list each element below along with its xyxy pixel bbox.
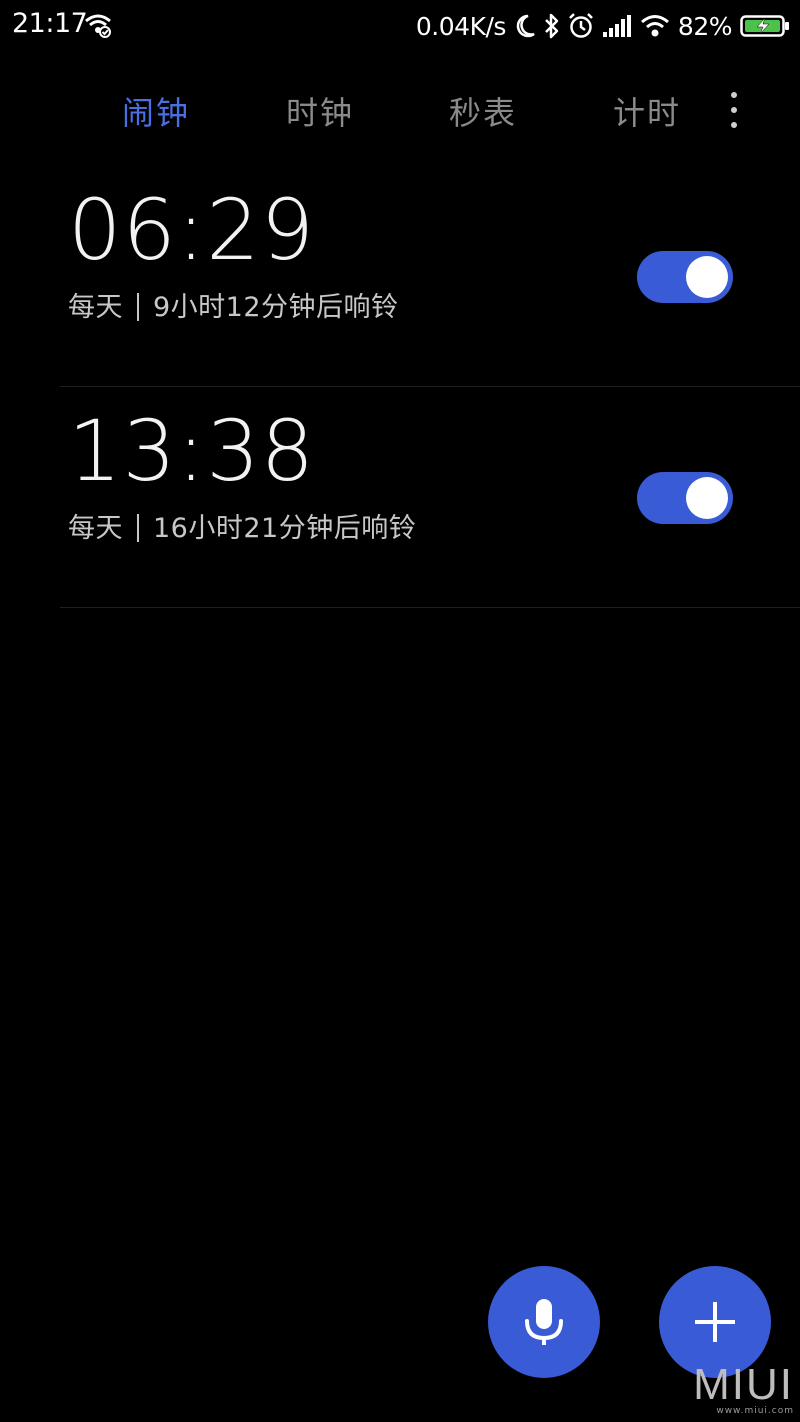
more-dot bbox=[731, 107, 737, 113]
alarm-repeat: 每天 bbox=[68, 292, 123, 323]
alarm-remaining: 9小时12分钟后响铃 bbox=[153, 292, 399, 323]
alarm-time: 13:38 bbox=[68, 402, 316, 500]
more-options-icon[interactable] bbox=[718, 88, 750, 132]
toggle-knob bbox=[686, 256, 728, 298]
alarm-subtitle: 每天 9小时12分钟后响铃 bbox=[68, 285, 399, 324]
wifi-icon bbox=[640, 15, 669, 37]
toggle-knob bbox=[686, 477, 728, 519]
more-dot bbox=[731, 92, 737, 98]
voice-add-button[interactable] bbox=[488, 1266, 600, 1378]
alarm-toggle[interactable] bbox=[637, 251, 733, 303]
miui-watermark: MIUI www.miui.com bbox=[693, 1360, 794, 1417]
more-dot bbox=[731, 122, 737, 128]
separator bbox=[137, 293, 139, 321]
alarm-time: 06:29 bbox=[68, 181, 316, 279]
alarm-subtitle: 每天 16小时21分钟后响铃 bbox=[68, 506, 416, 545]
alarm-item[interactable]: 13:38 每天 16小时21分钟后响铃 bbox=[60, 388, 800, 608]
bluetooth-icon bbox=[545, 13, 559, 39]
tab-world-clock[interactable]: 时钟 bbox=[286, 88, 354, 134]
tab-alarm[interactable]: 闹钟 bbox=[122, 88, 190, 134]
microphone-icon bbox=[525, 1299, 563, 1345]
tab-bar: 闹钟 时钟 秒表 计时 bbox=[0, 78, 800, 140]
moon-icon bbox=[516, 14, 535, 38]
separator bbox=[137, 514, 139, 542]
status-bar: 21:17 0.04K/s 82% bbox=[0, 0, 800, 52]
tab-stopwatch[interactable]: 秒表 bbox=[449, 88, 517, 134]
status-time: 21:17 bbox=[12, 8, 88, 39]
alarm-toggle[interactable] bbox=[637, 472, 733, 524]
battery-percent: 82% bbox=[677, 11, 733, 41]
signal-icon bbox=[602, 15, 631, 37]
wifi-hotspot-icon bbox=[85, 14, 111, 38]
network-speed: 0.04K/s bbox=[415, 11, 507, 41]
alarm-clock-icon bbox=[569, 13, 593, 38]
watermark-logo: MIUI bbox=[693, 1360, 794, 1409]
alarm-item[interactable]: 06:29 每天 9小时12分钟后响铃 bbox=[60, 167, 800, 387]
battery-charging-icon bbox=[740, 15, 789, 37]
plus-icon bbox=[695, 1302, 735, 1342]
status-right-group: 0.04K/s 82% bbox=[416, 6, 790, 46]
tab-timer[interactable]: 计时 bbox=[613, 88, 681, 134]
alarm-repeat: 每天 bbox=[68, 513, 123, 544]
alarm-remaining: 16小时21分钟后响铃 bbox=[153, 513, 417, 544]
